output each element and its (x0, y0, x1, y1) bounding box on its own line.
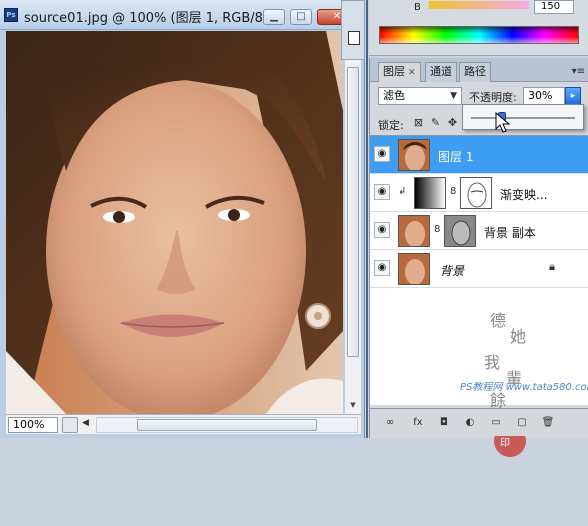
gradient-map-thumbnail (414, 177, 446, 209)
svg-text:印: 印 (500, 437, 510, 449)
trash-icon[interactable]: 🗑︎ (540, 415, 556, 431)
eye-icon[interactable]: ◉ (374, 146, 390, 162)
horizontal-scroll-thumb[interactable] (137, 419, 317, 431)
lock-label: 锁定: (378, 119, 404, 132)
mouse-pointer-icon (495, 112, 511, 133)
opacity-slider-toggle-icon[interactable]: ▸ (565, 87, 581, 105)
minimize-button[interactable]: ▁ (263, 9, 285, 25)
layer-name[interactable]: 背景 (440, 262, 464, 279)
document-panel-icon[interactable] (348, 31, 360, 45)
layer-name[interactable]: 渐变映... (500, 186, 547, 203)
watermark-site-text: PS教程网 www.tata580.com (460, 378, 588, 393)
tab-paths-label: 路径 (464, 65, 486, 78)
layer-thumbnail (398, 215, 430, 247)
lock-icon: 🔒︎ (549, 260, 555, 273)
layer-row[interactable]: ◉ 8 背景 副本 (370, 212, 588, 250)
panel-tabs: 图层 ✕ 通道 路径 ▾≡ (370, 58, 588, 82)
svg-text:她: 她 (510, 327, 526, 346)
link-chain-icon: 8 (434, 224, 441, 235)
layer-thumbnail (398, 253, 430, 285)
chevron-down-icon: ▼ (450, 91, 457, 101)
status-menu-arrow-icon[interactable]: ◀ (82, 418, 89, 428)
eye-icon[interactable]: ◉ (374, 222, 390, 238)
layer-list: ◉ 图层 1 ◉ ↲ 8 渐变映... ◉ 8 背景 副本 ◉ 背景 🔒︎ 德 … (370, 135, 588, 457)
eye-icon[interactable]: ◉ (374, 260, 390, 276)
layer-row[interactable]: ◉ 图层 1 (370, 136, 588, 174)
tab-channels[interactable]: 通道 (425, 62, 457, 82)
new-layer-icon[interactable]: ▢ (514, 415, 530, 431)
layer-style-icon[interactable]: fx (410, 415, 426, 431)
opacity-input[interactable]: 30% (523, 87, 565, 105)
tab-channels-label: 通道 (430, 65, 452, 78)
layer-thumbnail (398, 139, 430, 171)
tab-layers[interactable]: 图层 ✕ (378, 62, 421, 82)
photoshop-icon: Ps (4, 8, 18, 22)
document-titlebar[interactable]: Ps source01.jpg @ 100% (图层 1, RGB/8#) ▁ … (0, 0, 365, 30)
status-bar: 100% ◀ (6, 414, 361, 434)
document-title: source01.jpg @ 100% (图层 1, RGB/8#) (24, 11, 279, 26)
panel-menu-icon[interactable]: ▾≡ (572, 66, 585, 77)
status-info-icon[interactable] (62, 417, 78, 433)
layers-bottom-toolbar: ∞ fx ◘ ◐ ▭ ▢ 🗑︎ (370, 408, 588, 436)
collapsed-panel-dock[interactable] (341, 0, 365, 60)
b-channel-slider[interactable] (429, 1, 529, 9)
portrait-image (6, 31, 343, 414)
watermark-site-name: PS教程网 (460, 382, 503, 393)
layer-name[interactable]: 背景 副本 (484, 224, 536, 241)
blend-mode-value: 滤色 (383, 89, 405, 102)
layer-name[interactable]: 图层 1 (438, 148, 473, 165)
lock-move-icon[interactable]: ✥ (446, 116, 459, 129)
watermark-site-url: www.tata580.com (505, 382, 588, 393)
mask-thumbnail (460, 177, 492, 209)
minimize-icon: ▁ (270, 11, 278, 22)
eye-icon[interactable]: ◉ (374, 184, 390, 200)
color-spectrum-bar[interactable] (379, 26, 579, 44)
vertical-scroll-thumb[interactable] (347, 67, 359, 357)
opacity-slider-track[interactable] (471, 117, 575, 119)
scroll-down-arrow-icon[interactable]: ▼ (347, 399, 359, 411)
opacity-label: 不透明度: (469, 91, 517, 104)
tab-close-icon[interactable]: ✕ (408, 68, 416, 78)
layer-row[interactable]: ◉ 背景 🔒︎ (370, 250, 588, 288)
svg-text:我: 我 (484, 353, 500, 372)
maximize-icon: □ (296, 11, 306, 22)
b-channel-label: B (414, 2, 421, 13)
zoom-input[interactable]: 100% (8, 417, 58, 433)
svg-text:德: 德 (490, 311, 506, 330)
link-layers-icon[interactable]: ∞ (382, 415, 398, 431)
tab-layers-label: 图层 (383, 65, 405, 78)
clipping-arrow-icon: ↲ (398, 186, 407, 197)
document-window: Ps source01.jpg @ 100% (图层 1, RGB/8#) ▁ … (0, 0, 365, 438)
link-chain-icon: 8 (450, 186, 457, 197)
lock-brush-icon[interactable]: ✎ (429, 116, 442, 129)
opacity-slider-popup (462, 104, 584, 130)
maximize-button[interactable]: □ (290, 9, 312, 25)
lock-transparency-icon[interactable]: ⊠ (412, 116, 425, 129)
color-panel: B 150 (369, 0, 588, 56)
tab-paths[interactable]: 路径 (459, 62, 491, 82)
panel-divider (366, 0, 368, 438)
layer-row[interactable]: ◉ ↲ 8 渐变映... (370, 174, 588, 212)
blend-mode-select[interactable]: 滤色 ▼ (378, 87, 462, 105)
b-channel-value[interactable]: 150 (534, 0, 574, 14)
vertical-scrollbar[interactable]: ▲ ▼ (344, 31, 361, 414)
new-group-icon[interactable]: ▭ (488, 415, 504, 431)
horizontal-scrollbar[interactable] (96, 417, 358, 433)
image-canvas[interactable] (6, 31, 343, 414)
mask-thumbnail (444, 215, 476, 247)
adjustment-layer-icon[interactable]: ◐ (462, 415, 478, 431)
add-mask-icon[interactable]: ◘ (436, 415, 452, 431)
